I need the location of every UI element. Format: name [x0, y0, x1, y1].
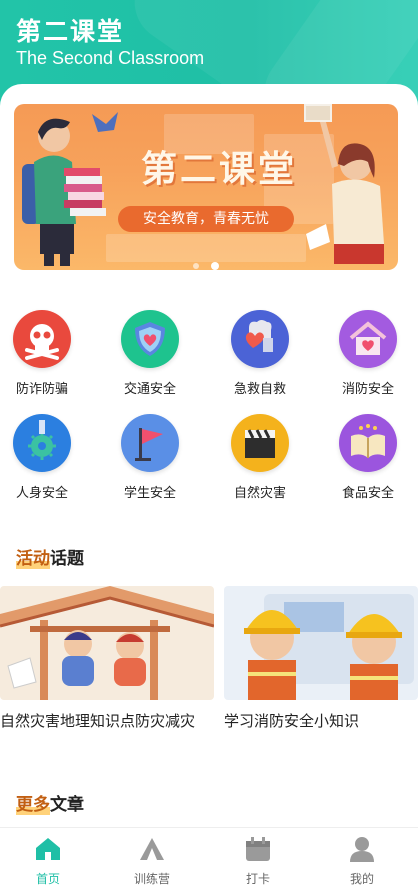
category-label: 防诈防骗	[15, 382, 68, 397]
category-personal[interactable]: 人身安全	[0, 414, 94, 514]
banner-carousel[interactable]: 第二课堂 安全教育，青春无忧	[14, 104, 398, 270]
section-title-highlight: 活动	[16, 549, 50, 569]
category-traffic[interactable]: 交通安全	[98, 310, 202, 410]
bottom-tab-bar: 首页 训练营 打卡 我的	[0, 827, 418, 888]
section-title-highlight: 更多	[16, 795, 50, 815]
tab-label: 首页	[35, 872, 60, 886]
category-label: 交通安全	[123, 382, 176, 397]
category-fire[interactable]: 消防安全	[316, 310, 418, 410]
carousel-indicator	[14, 254, 398, 270]
first-aid-icon	[231, 310, 289, 368]
clapperboard-icon	[231, 414, 289, 472]
category-label: 人身安全	[15, 486, 68, 501]
flag-icon	[121, 414, 179, 472]
home-icon	[36, 838, 60, 860]
category-disaster[interactable]: 自然灾害	[208, 414, 312, 514]
category-fraud[interactable]: 防诈防骗	[0, 310, 94, 410]
earthquake-illustration	[0, 586, 214, 700]
banner-subtitle: 安全教育，青春无忧	[118, 206, 294, 232]
user-icon	[350, 837, 374, 862]
carousel-dot[interactable]	[193, 263, 200, 269]
carousel-dot-active[interactable]	[210, 262, 219, 270]
virus-icon	[13, 414, 71, 472]
category-first-aid[interactable]: 急救自救	[208, 310, 312, 410]
category-label: 自然灾害	[233, 486, 286, 501]
category-label: 消防安全	[341, 382, 394, 397]
category-label: 食品安全	[341, 486, 394, 501]
tab-home[interactable]: 首页	[8, 836, 88, 887]
app-subtitle: The Second Classroom	[16, 48, 205, 68]
activity-card[interactable]: 学习消防安全小知识	[224, 586, 418, 736]
tab-label: 打卡	[245, 872, 270, 886]
shield-heart-icon	[121, 310, 179, 368]
category-label: 急救自救	[233, 382, 286, 397]
activity-caption: 学习消防安全小知识	[224, 712, 360, 730]
banner-title: 第二课堂	[140, 149, 297, 190]
category-label: 学生安全	[123, 486, 176, 501]
activities-section-title: 活动话题	[16, 544, 84, 569]
category-student[interactable]: 学生安全	[98, 414, 202, 514]
section-title-text: 话题	[50, 549, 84, 569]
tab-label: 训练营	[133, 872, 170, 886]
app-title: 第二课堂	[16, 17, 125, 46]
section-title-text: 文章	[50, 795, 84, 815]
tab-profile[interactable]: 我的	[322, 836, 402, 887]
tab-label: 我的	[349, 872, 374, 886]
tab-checkin[interactable]: 打卡	[218, 836, 298, 887]
tent-icon	[140, 838, 164, 860]
more-articles-title: 更多文章	[16, 790, 84, 815]
book-icon	[339, 414, 397, 472]
category-food[interactable]: 食品安全	[316, 414, 418, 514]
skull-icon	[13, 310, 71, 368]
calendar-icon	[246, 837, 270, 861]
tab-training[interactable]: 训练营	[112, 836, 192, 887]
house-heart-icon	[339, 310, 397, 368]
student-illustration	[22, 112, 118, 266]
activity-caption: 自然灾害地理知识点防灾减灾	[0, 712, 196, 730]
activity-card[interactable]: 自然灾害地理知识点防灾减灾	[0, 586, 214, 736]
firefighter-illustration	[224, 586, 418, 700]
